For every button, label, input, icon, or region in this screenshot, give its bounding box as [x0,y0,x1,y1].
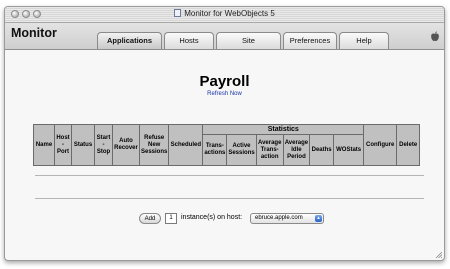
add-instance-row: Add 1 instance(s) on host: ebruce.apple.… [5,213,444,225]
resize-grip-icon[interactable] [434,250,442,258]
col-transactions: Trans- actions [202,134,228,166]
tab-site[interactable]: Site [216,32,281,49]
col-wostats: WOStats [333,134,365,166]
col-refuse-new-sessions: Refuse New Sessions [138,124,170,166]
divider-bottom [35,198,424,199]
app-header: Monitor Applications Hosts Site Preferen… [5,23,444,50]
host-select-value: ebruce.apple.com [255,215,303,221]
app-name: Monitor [11,26,57,40]
col-configure: Configure [363,124,398,166]
col-active-sessions: Active Sessions [226,134,257,166]
add-button[interactable]: Add [139,213,161,224]
document-icon [174,9,182,17]
col-delete: Delete [396,124,421,166]
page-title: Payroll [199,73,250,90]
title-bar[interactable]: Monitor for WebObjects 5 [5,7,444,23]
tab-hosts[interactable]: Hosts [164,32,214,49]
col-average-idle-period: Average Idle Period [282,134,311,166]
instance-count-input[interactable]: 1 [165,213,177,224]
col-name: Name [33,124,55,166]
col-status: Status [71,124,95,166]
app-window: Monitor for WebObjects 5 Monitor Applica… [4,6,445,261]
divider-top [35,175,424,176]
tab-applications[interactable]: Applications [97,32,162,49]
host-select[interactable]: ebruce.apple.com ▴ [250,213,324,224]
col-host-port: Host - Port [54,124,72,166]
tab-preferences[interactable]: Preferences [283,32,337,49]
instances-on-host-label: instance(s) on host: [181,214,243,221]
col-average-transaction: Average Trans- action [255,134,284,166]
tab-help[interactable]: Help [339,32,389,49]
col-scheduled: Scheduled [168,124,204,166]
window-title-area: Monitor for WebObjects 5 [5,8,444,20]
select-arrows-icon: ▴ [315,215,322,222]
window-title: Monitor for WebObjects 5 [184,9,275,18]
applications-table: Name Host - Port Status Start - Stop Aut… [33,124,421,166]
statistics-header: Statistics [202,124,365,135]
refresh-now-link[interactable]: Refresh Now [5,91,444,97]
col-start-stop: Start - Stop [94,124,113,166]
apple-icon [431,31,439,42]
col-deaths: Deaths [309,134,335,166]
col-auto-recover: Auto Recover [112,124,140,166]
